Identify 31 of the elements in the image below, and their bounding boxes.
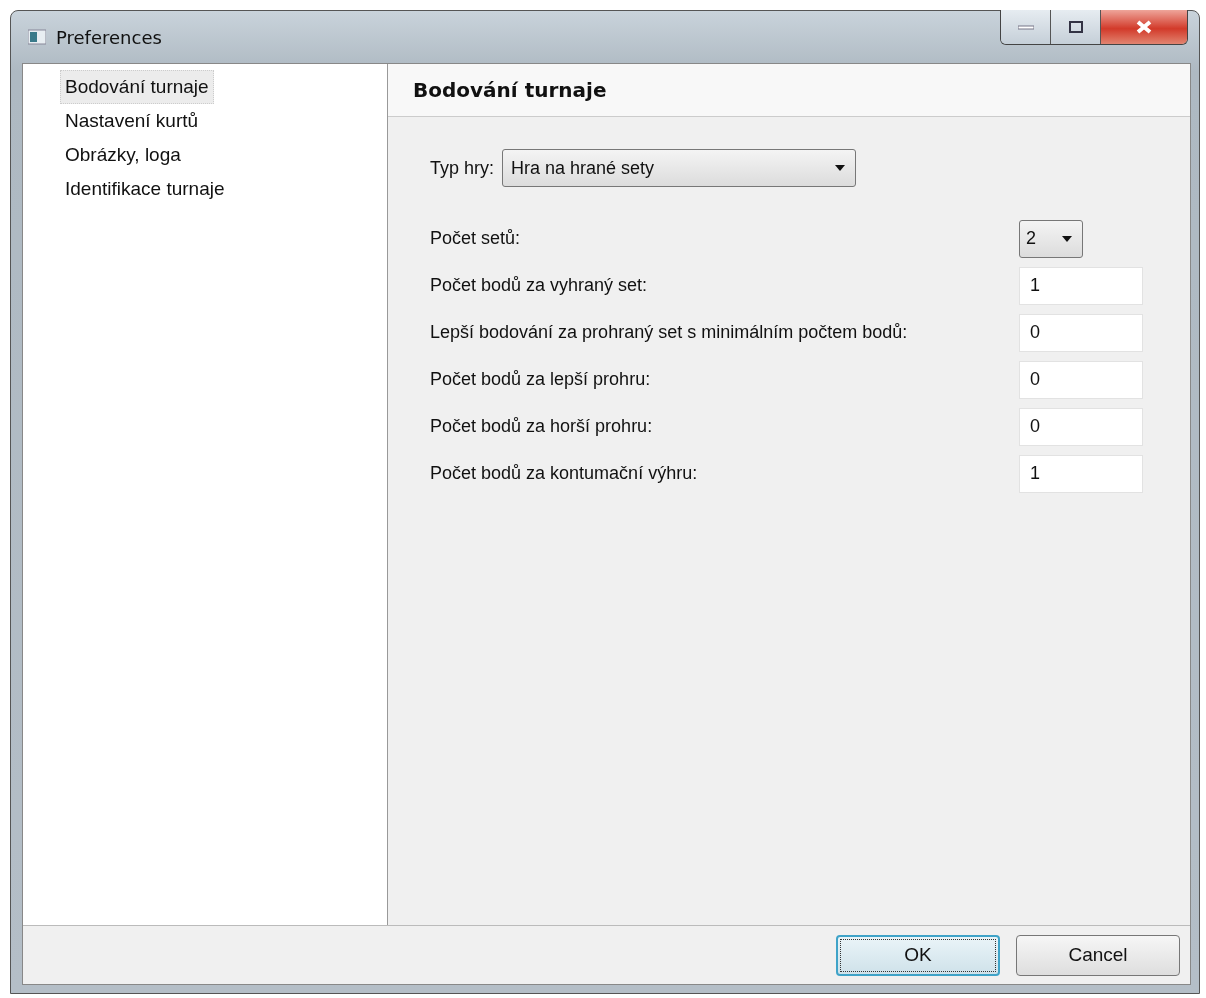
input-field[interactable]: 0	[1019, 313, 1143, 352]
game-type-dropdown[interactable]: Hra na hrané sety	[502, 149, 857, 187]
window-icon	[28, 29, 46, 45]
input-field[interactable]: 1	[1019, 454, 1143, 493]
sets-dropdown[interactable]: 2	[1019, 219, 1083, 258]
close-icon	[1135, 20, 1153, 34]
maximize-button[interactable]	[1051, 10, 1101, 44]
close-button[interactable]	[1101, 10, 1187, 44]
input-field[interactable]: 0	[1019, 360, 1143, 399]
dialog-button[interactable]: Cancel	[1016, 934, 1180, 976]
field-label: Počet bodů za lepší prohru:	[430, 369, 651, 390]
minimize-button[interactable]	[1001, 10, 1051, 44]
sidebar-item[interactable]: Bodování turnaje	[60, 70, 214, 104]
input-field[interactable]: 1	[1019, 266, 1143, 305]
panel-heading: Bodování turnaje	[413, 78, 607, 102]
sidebar-item[interactable]: Obrázky, loga	[60, 138, 186, 172]
field-label: Počet bodů za kontumační výhru:	[430, 463, 698, 484]
dialog-button[interactable]: OK	[836, 934, 1000, 976]
caret-icon	[1062, 235, 1072, 242]
maximize-icon	[1068, 21, 1083, 33]
field-label: Počet bodů za vyhraný set:	[430, 275, 648, 296]
sidebar-item[interactable]: Nastavení kurtů	[60, 104, 204, 138]
field-label: Typ hry:	[430, 157, 495, 179]
field-label: Počet setů:	[430, 228, 521, 249]
input-field[interactable]: 0	[1019, 407, 1143, 446]
minimize-icon	[1017, 24, 1034, 30]
window-title: Preferences	[56, 26, 163, 48]
field-label: Lepší bodování za prohraný set s minimálním počtem bodů:	[430, 322, 908, 343]
caret-icon	[835, 165, 846, 171]
field-label: Počet bodů za horší prohru:	[430, 416, 653, 437]
sidebar-item[interactable]: Identifikace turnaje	[60, 172, 230, 206]
